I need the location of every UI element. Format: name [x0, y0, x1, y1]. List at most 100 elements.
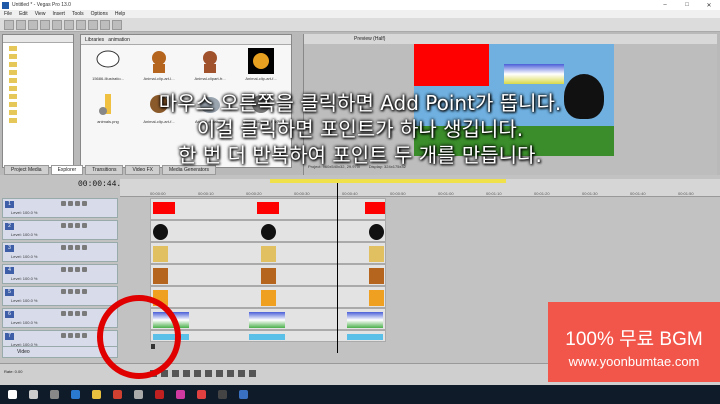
mute-icon[interactable]	[75, 311, 80, 316]
solo-icon[interactable]	[82, 201, 87, 206]
stop-icon[interactable]	[205, 370, 212, 377]
menu-insert[interactable]: Insert	[52, 11, 65, 17]
motion-icon[interactable]	[61, 311, 66, 316]
media-item[interactable]: Animal-clip-art-f...	[237, 48, 285, 88]
rate-label[interactable]: Rate: 0.00	[4, 369, 22, 374]
track-lane[interactable]	[150, 264, 386, 286]
solo-icon[interactable]	[82, 245, 87, 250]
fx-icon[interactable]	[68, 245, 73, 250]
menu-edit[interactable]: Edit	[19, 11, 28, 17]
render-icon[interactable]	[40, 19, 50, 30]
track-header[interactable]: 1 Level: 100.0 %	[2, 198, 118, 218]
task-view-icon[interactable]	[50, 390, 59, 399]
go-to-end-icon[interactable]	[227, 370, 234, 377]
app-icon[interactable]	[176, 390, 185, 399]
acrobat-icon[interactable]	[155, 390, 164, 399]
media-item[interactable]: 15686-Illustratio...	[84, 48, 132, 88]
track-lane[interactable]	[150, 330, 386, 342]
minimize-icon[interactable]: –	[654, 2, 676, 9]
mute-icon[interactable]	[75, 333, 80, 338]
track-lane[interactable]	[150, 242, 386, 264]
copy-icon[interactable]	[76, 19, 86, 30]
libraries-tab[interactable]: Libraries	[85, 37, 104, 43]
solo-icon[interactable]	[82, 223, 87, 228]
track-header[interactable]: 3 Level: 100.0 %	[2, 242, 118, 262]
solo-icon[interactable]	[82, 267, 87, 272]
motion-icon[interactable]	[61, 245, 66, 250]
menu-tools[interactable]: Tools	[72, 11, 84, 17]
fx-icon[interactable]	[68, 333, 73, 338]
media-item[interactable]: Animal-clipart-fr...	[186, 48, 234, 88]
edge-icon[interactable]	[71, 390, 80, 399]
mute-icon[interactable]	[75, 223, 80, 228]
app-icon[interactable]	[134, 390, 143, 399]
app-icon[interactable]	[218, 390, 227, 399]
track-level[interactable]: Level: 100.0 %	[11, 232, 37, 237]
track-lane[interactable]	[150, 286, 386, 308]
solo-icon[interactable]	[82, 333, 87, 338]
fx-icon[interactable]	[68, 311, 73, 316]
track-level[interactable]: Level: 100.0 %	[11, 254, 37, 259]
pause-icon[interactable]	[194, 370, 201, 377]
chrome-icon[interactable]	[113, 390, 122, 399]
play-from-start-icon[interactable]	[172, 370, 179, 377]
close-icon[interactable]: ✕	[698, 2, 720, 9]
media-item[interactable]: Animal-clip-art-l...	[135, 48, 183, 88]
track-level[interactable]: Level: 100.0 %	[11, 298, 37, 303]
track-level[interactable]: Level: 100.0 %	[11, 320, 37, 325]
maximize-icon[interactable]: □	[676, 2, 698, 9]
play-icon[interactable]	[183, 370, 190, 377]
folder-icon[interactable]	[9, 62, 17, 67]
redo-icon[interactable]	[112, 19, 122, 30]
motion-icon[interactable]	[61, 267, 66, 272]
loop-region-bar[interactable]	[270, 179, 506, 183]
fx-icon[interactable]	[68, 267, 73, 272]
paste-icon[interactable]	[88, 19, 98, 30]
prev-frame-icon[interactable]	[238, 370, 245, 377]
undo-icon[interactable]	[100, 19, 110, 30]
track-header[interactable]: 4 Level: 100.0 %	[2, 264, 118, 284]
next-frame-icon[interactable]	[249, 370, 256, 377]
app-icon[interactable]	[197, 390, 206, 399]
go-to-start-icon[interactable]	[216, 370, 223, 377]
mute-icon[interactable]	[75, 289, 80, 294]
folder-icon[interactable]	[9, 46, 17, 51]
fx-icon[interactable]	[68, 223, 73, 228]
properties-icon[interactable]	[52, 19, 62, 30]
solo-icon[interactable]	[82, 311, 87, 316]
menu-options[interactable]: Options	[91, 11, 108, 17]
track-lane[interactable]	[150, 308, 386, 330]
folder-icon[interactable]	[9, 78, 17, 83]
vegas-taskbar-icon[interactable]	[239, 390, 248, 399]
motion-icon[interactable]	[61, 223, 66, 228]
new-project-icon[interactable]	[4, 19, 14, 30]
animation-folder-tab[interactable]: animation	[108, 37, 130, 43]
preview-quality-dropdown[interactable]: Preview (Half)	[354, 36, 385, 42]
track-lane[interactable]	[150, 198, 386, 220]
mute-icon[interactable]	[75, 201, 80, 206]
cut-icon[interactable]	[64, 19, 74, 30]
solo-icon[interactable]	[82, 289, 87, 294]
search-icon[interactable]	[29, 390, 38, 399]
folder-icon[interactable]	[9, 70, 17, 75]
save-icon[interactable]	[28, 19, 38, 30]
motion-icon[interactable]	[61, 333, 66, 338]
motion-icon[interactable]	[61, 289, 66, 294]
mute-icon[interactable]	[75, 267, 80, 272]
track-lane[interactable]	[150, 220, 386, 242]
motion-icon[interactable]	[61, 201, 66, 206]
menu-help[interactable]: Help	[115, 11, 125, 17]
track-level[interactable]: Level: 100.0 %	[11, 276, 37, 281]
fx-icon[interactable]	[68, 201, 73, 206]
menu-file[interactable]: File	[4, 11, 12, 17]
start-icon[interactable]	[8, 390, 17, 399]
track-header[interactable]: 5 Level: 100.0 %	[2, 286, 118, 306]
time-ruler[interactable]: 00:00:00 00:00:10 00:00:20 00:00:30 00:0…	[120, 179, 720, 197]
fx-icon[interactable]	[68, 289, 73, 294]
open-icon[interactable]	[16, 19, 26, 30]
track-header[interactable]: 2 Level: 100.0 %	[2, 220, 118, 240]
menu-view[interactable]: View	[35, 11, 46, 17]
mute-icon[interactable]	[75, 245, 80, 250]
playhead-cursor-line[interactable]	[337, 183, 338, 353]
track-level[interactable]: Level: 100.0 %	[11, 210, 37, 215]
